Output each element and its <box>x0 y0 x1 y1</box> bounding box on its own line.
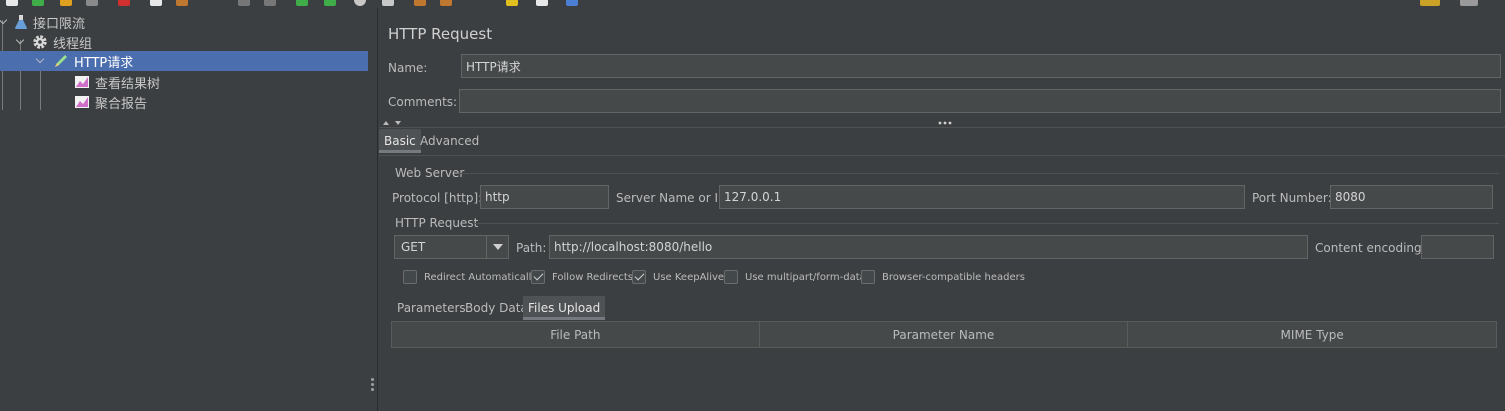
cut-icon[interactable] <box>118 0 130 6</box>
tab-parameters[interactable]: Parameters <box>392 296 471 320</box>
test-plan-tree[interactable]: 接口限流 线程组 HTTP请求 查看结果树 聚合报告 <box>0 8 368 411</box>
checkbox-box[interactable] <box>632 270 646 284</box>
checkbox-label: Browser-compatible headers <box>882 271 1025 283</box>
function-helper-icon[interactable] <box>536 0 548 6</box>
open-icon[interactable] <box>60 0 72 6</box>
sampler-pen-icon <box>53 53 69 69</box>
files-upload-table[interactable]: File Path Parameter Name MIME Type <box>391 321 1497 348</box>
tree-item-aggregate-report[interactable]: 聚合报告 <box>0 92 368 112</box>
stop-icon[interactable] <box>354 0 366 6</box>
protocol-label: Protocol [http]: <box>392 191 483 205</box>
shutdown-icon[interactable] <box>382 0 394 6</box>
tab-advanced[interactable]: Advanced <box>415 129 484 153</box>
search-icon[interactable] <box>506 0 518 6</box>
content-encoding-label: Content encoding: <box>1315 241 1426 255</box>
test-plan-icon <box>14 14 28 30</box>
follow-redirects-checkbox[interactable]: Follow Redirects <box>531 270 633 284</box>
warning-icon <box>1420 0 1440 6</box>
column-mime-type[interactable]: MIME Type <box>1127 321 1497 348</box>
server-name-label: Server Name or IP: <box>616 191 730 205</box>
checkbox-box[interactable] <box>403 270 417 284</box>
method-value: GET <box>401 240 426 254</box>
protocol-field[interactable] <box>480 185 609 209</box>
checkbox-label: Follow Redirects <box>552 271 633 283</box>
port-number-field[interactable] <box>1330 185 1493 209</box>
use-keepalive-checkbox[interactable]: Use KeepAlive <box>632 270 724 284</box>
divider <box>459 173 1499 174</box>
listener-chart-icon <box>74 75 90 89</box>
tree-item-label: 查看结果树 <box>95 76 161 92</box>
gear-icon <box>32 34 48 50</box>
chevron-down-icon[interactable] <box>15 37 25 47</box>
tree-item-label: 接口限流 <box>33 16 86 32</box>
http-request-group-title: HTTP Request <box>395 216 479 230</box>
tree-item-test-plan[interactable]: 接口限流 <box>0 12 368 32</box>
templates-icon[interactable] <box>32 0 44 6</box>
new-icon[interactable] <box>6 0 18 6</box>
port-number-label: Port Number: <box>1252 191 1332 205</box>
copy-icon[interactable] <box>150 0 162 6</box>
redirect-automatically-checkbox[interactable]: Redirect Automatically <box>403 270 537 284</box>
checkbox-box[interactable] <box>531 270 545 284</box>
tab-files-upload[interactable]: Files Upload <box>523 296 606 320</box>
panel-splitter[interactable] <box>368 8 378 411</box>
checkbox-box[interactable] <box>724 270 738 284</box>
web-server-group-title: Web Server <box>395 166 465 180</box>
path-field[interactable] <box>549 235 1308 259</box>
column-parameter-name[interactable]: Parameter Name <box>758 321 1129 348</box>
name-label: Name: <box>388 61 428 75</box>
expand-icon[interactable] <box>238 0 250 6</box>
divider <box>379 127 1505 128</box>
start-no-pause-icon[interactable] <box>324 0 336 6</box>
clear-all-icon[interactable] <box>440 0 452 6</box>
column-file-path[interactable]: File Path <box>391 321 760 348</box>
method-select[interactable]: GET <box>394 235 509 259</box>
collapse-arrows-icon[interactable] <box>382 119 404 127</box>
tree-item-thread-group[interactable]: 线程组 <box>0 32 368 52</box>
tree-item-label: 线程组 <box>53 36 93 52</box>
tree-item-label: 聚合报告 <box>95 96 148 112</box>
divider <box>379 155 1505 156</box>
tree-item-label: HTTP请求 <box>74 55 134 71</box>
path-label: Path: <box>516 241 547 255</box>
help-icon[interactable] <box>566 0 578 6</box>
chevron-down-icon[interactable] <box>0 17 8 27</box>
content-encoding-field[interactable] <box>1421 235 1494 259</box>
start-icon[interactable] <box>296 0 308 6</box>
collapse-icon[interactable] <box>264 0 276 6</box>
divider <box>475 223 1499 224</box>
tab-body-data[interactable]: Body Data <box>460 296 533 320</box>
chevron-down-icon[interactable] <box>35 56 45 66</box>
thread-count-icon <box>1460 0 1478 6</box>
page-title: HTTP Request <box>388 25 493 43</box>
http-request-editor: HTTP Request Name: Comments: Basic Advan… <box>379 8 1505 411</box>
checkbox-box[interactable] <box>861 270 875 284</box>
splitter-handle-icon[interactable] <box>938 121 952 125</box>
name-field[interactable] <box>461 54 1501 78</box>
server-name-field[interactable] <box>719 185 1245 209</box>
tree-item-view-results-tree[interactable]: 查看结果树 <box>0 72 368 92</box>
save-icon[interactable] <box>86 0 98 6</box>
clear-icon[interactable] <box>414 0 426 6</box>
splitter-grip-icon <box>371 383 374 386</box>
tree-item-http-request[interactable]: HTTP请求 <box>0 51 368 71</box>
table-header-row: File Path Parameter Name MIME Type <box>391 321 1497 348</box>
splitter-grip-icon <box>371 378 374 381</box>
checkbox-label: Use multipart/form-data <box>745 271 866 283</box>
comments-field[interactable] <box>459 89 1501 113</box>
checkbox-label: Use KeepAlive <box>653 271 725 283</box>
listener-chart-icon <box>74 95 90 109</box>
use-multipart-checkbox[interactable]: Use multipart/form-data <box>724 270 866 284</box>
main-toolbar <box>0 0 1505 8</box>
chevron-down-icon[interactable] <box>486 236 508 258</box>
browser-compatible-headers-checkbox[interactable]: Browser-compatible headers <box>861 270 1025 284</box>
splitter-grip-icon <box>371 388 374 391</box>
paste-icon[interactable] <box>176 0 188 6</box>
checkbox-label: Redirect Automatically <box>424 271 538 283</box>
comments-label: Comments: <box>388 95 458 109</box>
